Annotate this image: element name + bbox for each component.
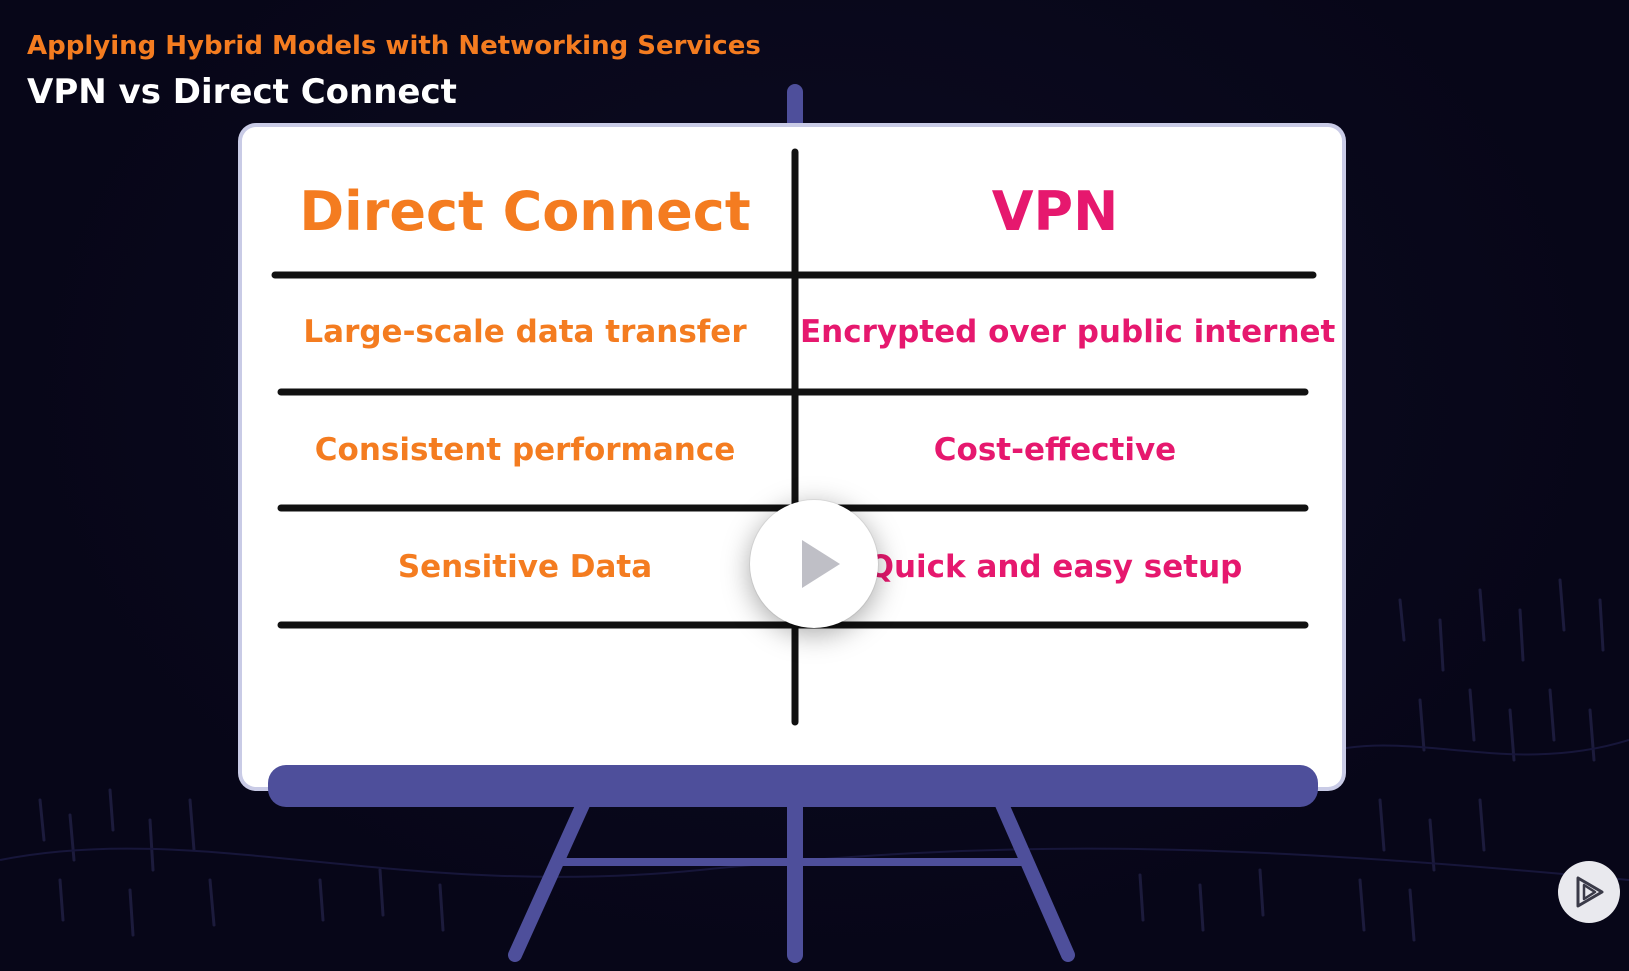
video-stage[interactable]: Applying Hybrid Models with Networking S… bbox=[0, 0, 1629, 971]
pluralsight-logo-icon bbox=[1576, 876, 1604, 908]
vpn-row-2: Cost-effective bbox=[933, 432, 1177, 468]
direct-connect-heading: Direct Connect bbox=[299, 180, 751, 243]
play-icon bbox=[802, 540, 840, 588]
direct-connect-row-2: Consistent performance bbox=[314, 432, 736, 468]
play-button[interactable] bbox=[750, 500, 878, 628]
clip-title: VPN vs Direct Connect bbox=[27, 72, 457, 112]
vpn-row-1: Encrypted over public internet bbox=[800, 314, 1336, 350]
course-title: Applying Hybrid Models with Networking S… bbox=[27, 31, 761, 61]
direct-connect-row-1: Large-scale data transfer bbox=[303, 314, 747, 350]
direct-connect-row-3: Sensitive Data bbox=[397, 549, 653, 585]
vpn-heading: VPN bbox=[991, 180, 1119, 243]
comparison-table-lines bbox=[271, 148, 1317, 726]
pluralsight-logo-button[interactable] bbox=[1558, 861, 1620, 923]
